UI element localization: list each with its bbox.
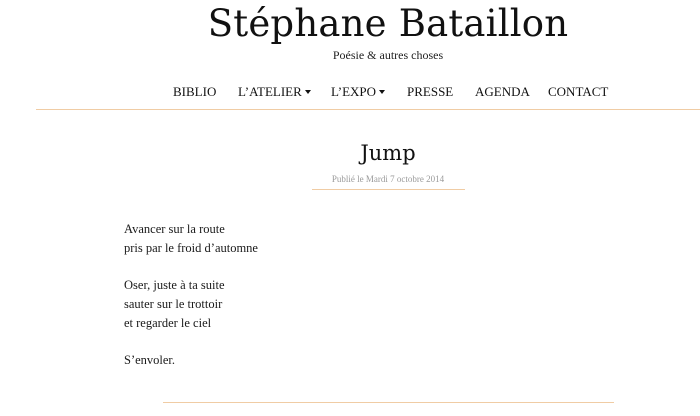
poem-line: sauter sur le trottoir	[124, 297, 223, 311]
footer-divider	[163, 402, 614, 403]
nav-item-label: BIBLIO	[173, 84, 217, 99]
post-title: Jump	[360, 141, 416, 165]
poem-body: Avancer sur la route pris par le froid d…	[124, 220, 258, 388]
nav-item-presse[interactable]: PRESSE	[407, 84, 453, 100]
nav-item-agenda[interactable]: AGENDA	[475, 84, 530, 100]
nav-item-label: L’ATELIER	[238, 84, 302, 99]
poem-line: pris par le froid d’automne	[124, 241, 258, 255]
nav-item-label: PRESSE	[407, 84, 454, 99]
nav-item-expo[interactable]: L’EXPO	[331, 84, 386, 100]
poem-line: Oser, juste à ta suite	[124, 278, 225, 292]
poem-line: et regarder le ciel	[124, 316, 212, 330]
poem-line: S’envoler.	[124, 353, 176, 367]
poem-stanza: Oser, juste à ta suite sauter sur le tro…	[124, 276, 258, 333]
poem-stanza: Avancer sur la route pris par le froid d…	[124, 220, 258, 258]
site-title[interactable]: Stéphane Bataillon	[0, 2, 700, 46]
nav-item-label: CONTACT	[548, 84, 609, 99]
meta-divider	[312, 189, 465, 190]
main-nav: BIBLIO L’ATELIER L’EXPO PRESSE AGENDA CO…	[0, 84, 700, 100]
site-tagline: Poésie & autres choses	[332, 48, 444, 62]
header-divider	[36, 109, 700, 110]
post-date: Publié le Mardi 7 octobre 2014	[331, 174, 445, 184]
poem-line: Avancer sur la route	[124, 222, 225, 236]
caret-down-icon	[379, 90, 386, 95]
nav-item-contact[interactable]: CONTACT	[548, 84, 608, 100]
caret-down-icon	[304, 90, 311, 95]
nav-item-label: L’EXPO	[331, 84, 377, 99]
nav-item-label: AGENDA	[475, 84, 530, 99]
nav-item-biblio[interactable]: BIBLIO	[173, 84, 216, 100]
poem-stanza: S’envoler.	[124, 351, 258, 370]
nav-item-atelier[interactable]: L’ATELIER	[238, 84, 311, 100]
